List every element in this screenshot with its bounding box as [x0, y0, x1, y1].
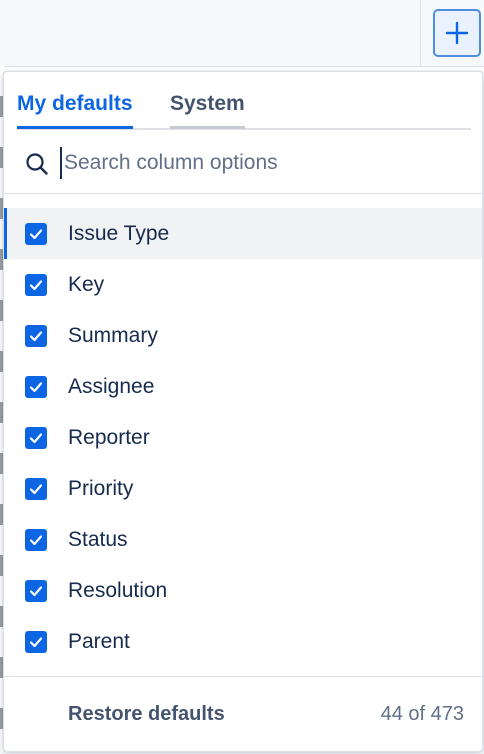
checkbox-checked[interactable] — [25, 324, 47, 347]
tab-list: My defaults System — [17, 72, 471, 130]
column-option-summary[interactable]: Summary — [4, 310, 482, 361]
column-option-status[interactable]: Status — [4, 514, 482, 565]
checkbox-checked[interactable] — [25, 273, 47, 296]
selected-count: 44 of 473 — [380, 703, 464, 725]
column-option-label: Key — [68, 272, 105, 296]
add-column-button[interactable] — [433, 9, 481, 57]
popover-footer: Restore defaults 44 of 473 — [4, 676, 482, 751]
toolbar-divider — [420, 0, 421, 66]
check-icon — [29, 534, 43, 545]
checkbox-checked[interactable] — [25, 579, 47, 602]
checkbox-checked[interactable] — [25, 630, 47, 653]
column-option-parent[interactable]: Parent — [4, 616, 482, 667]
column-option-label: Issue Type — [68, 221, 170, 245]
checkbox-checked[interactable] — [25, 528, 47, 551]
column-option-label: Summary — [68, 323, 158, 347]
app-stage: My defaults System Issue Type Key — [0, 0, 484, 754]
toolbar — [0, 0, 484, 67]
column-option-label: Resolution — [68, 578, 168, 602]
check-icon — [29, 636, 43, 647]
column-option-reporter[interactable]: Reporter — [4, 412, 482, 463]
checkbox-checked[interactable] — [25, 375, 47, 398]
tab-my-defaults[interactable]: My defaults — [17, 91, 133, 129]
check-icon — [29, 228, 43, 239]
check-icon — [29, 432, 43, 443]
column-option-priority[interactable]: Priority — [4, 463, 482, 514]
check-icon — [29, 483, 43, 494]
column-option-label: Priority — [68, 476, 134, 500]
restore-defaults-button[interactable]: Restore defaults — [68, 703, 225, 726]
checkbox-checked[interactable] — [25, 222, 47, 245]
checkbox-checked[interactable] — [25, 477, 47, 500]
column-option-issue-type[interactable]: Issue Type — [4, 208, 482, 259]
check-icon — [29, 279, 43, 290]
check-icon — [29, 381, 43, 392]
column-option-key[interactable]: Key — [4, 259, 482, 310]
column-options-list: Issue Type Key Summary Assignee Reporter… — [4, 208, 482, 667]
search-input[interactable] — [60, 147, 464, 179]
column-picker-popover: My defaults System Issue Type Key — [3, 71, 483, 752]
check-icon — [29, 585, 43, 596]
column-option-label: Assignee — [68, 374, 155, 398]
column-option-label: Status — [68, 527, 128, 551]
check-icon — [29, 330, 43, 341]
plus-icon — [445, 21, 469, 45]
column-option-label: Parent — [68, 629, 130, 653]
search-bar — [4, 134, 482, 194]
column-option-assignee[interactable]: Assignee — [4, 361, 482, 412]
column-option-resolution[interactable]: Resolution — [4, 565, 482, 616]
tab-system[interactable]: System — [170, 91, 245, 129]
checkbox-checked[interactable] — [25, 426, 47, 449]
search-icon — [26, 153, 48, 175]
column-option-label: Reporter — [68, 425, 150, 449]
